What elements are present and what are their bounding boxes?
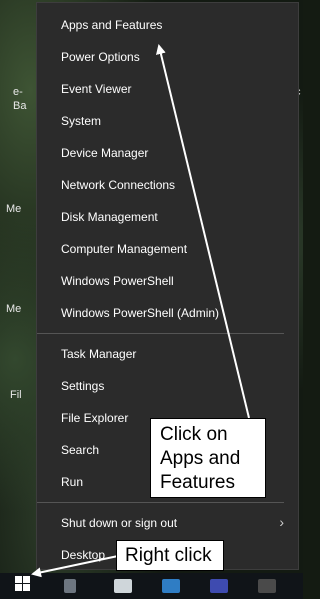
arrow-to-apps-and-features: [156, 44, 250, 419]
callout-right-click: Right click: [116, 540, 224, 571]
annotation-arrows: [31, 44, 250, 578]
arrow-to-start-button: [31, 555, 119, 578]
callout-click-apps-and-features: Click on Apps and Features: [150, 418, 266, 498]
